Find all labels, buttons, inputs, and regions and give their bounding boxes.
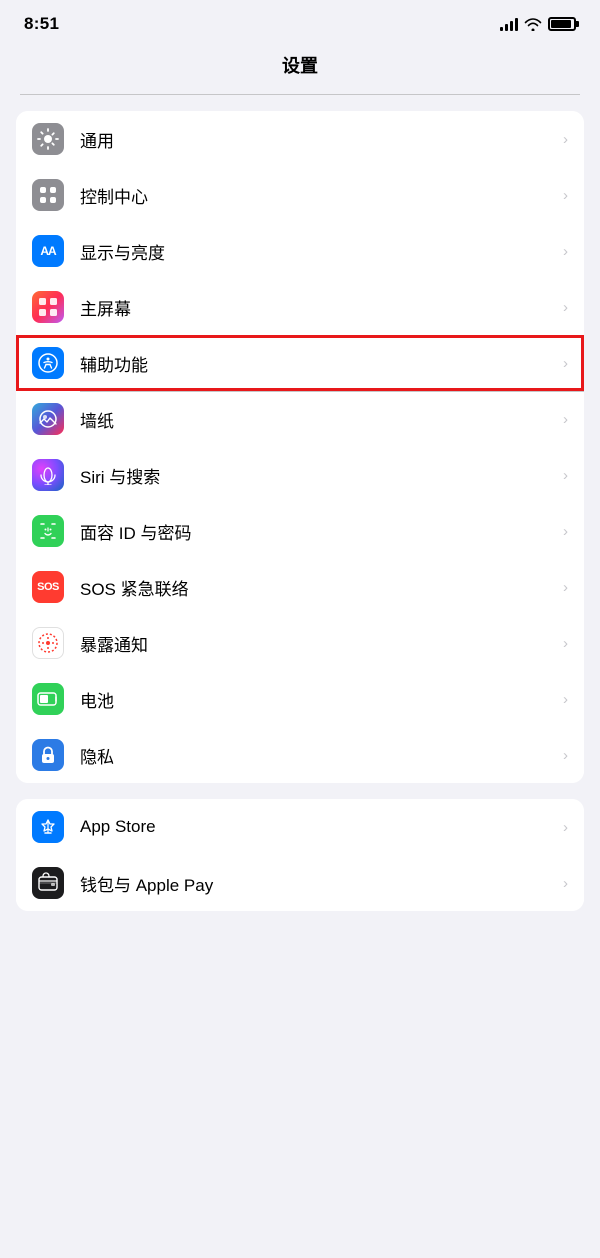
exposure-label: 暴露通知 xyxy=(80,631,563,656)
settings-item-accessibility[interactable]: 辅助功能 › xyxy=(16,335,584,391)
privacy-icon xyxy=(32,739,64,771)
home-screen-label: 主屏幕 xyxy=(80,295,563,320)
settings-item-siri[interactable]: Siri 与搜索 › xyxy=(16,447,584,503)
settings-item-control-center[interactable]: 控制中心 › xyxy=(16,167,584,223)
settings-item-display[interactable]: AA 显示与亮度 › xyxy=(16,223,584,279)
general-chevron: › xyxy=(563,131,568,148)
battery-chevron: › xyxy=(563,691,568,708)
general-label: 通用 xyxy=(80,127,563,152)
faceid-label: 面容 ID 与密码 xyxy=(80,519,563,544)
settings-item-sos[interactable]: SOS SOS 紧急联络 › xyxy=(16,559,584,615)
wifi-icon xyxy=(524,17,542,31)
section-divider-top xyxy=(20,94,580,95)
appstore-label: App Store xyxy=(80,817,563,837)
accessibility-chevron: › xyxy=(563,355,568,372)
control-center-chevron: › xyxy=(563,187,568,204)
settings-card-main: 通用 › 控制中心 › AA 显示与亮度 › xyxy=(16,111,584,783)
display-chevron: › xyxy=(563,243,568,260)
wallet-chevron: › xyxy=(563,875,568,892)
siri-chevron: › xyxy=(563,467,568,484)
siri-icon xyxy=(32,459,64,491)
wallpaper-chevron: › xyxy=(563,411,568,428)
wallpaper-icon xyxy=(32,403,64,435)
settings-item-general[interactable]: 通用 › xyxy=(16,111,584,167)
appstore-chevron: › xyxy=(563,819,568,836)
faceid-chevron: › xyxy=(563,523,568,540)
display-icon: AA xyxy=(32,235,64,267)
page-title: 设置 xyxy=(0,44,600,94)
settings-item-wallpaper[interactable]: 墙纸 › xyxy=(16,391,584,447)
control-center-label: 控制中心 xyxy=(80,183,563,208)
settings-item-wallet[interactable]: 钱包与 Apple Pay › xyxy=(16,855,584,911)
faceid-icon xyxy=(32,515,64,547)
exposure-icon xyxy=(32,627,64,659)
settings-item-faceid[interactable]: 面容 ID 与密码 › xyxy=(16,503,584,559)
appstore-icon xyxy=(32,811,64,843)
settings-item-appstore[interactable]: App Store › xyxy=(16,799,584,855)
settings-item-home-screen[interactable]: 主屏幕 › xyxy=(16,279,584,335)
signal-icon xyxy=(500,17,518,31)
battery-label: 电池 xyxy=(80,687,563,712)
settings-item-exposure[interactable]: 暴露通知 › xyxy=(16,615,584,671)
battery-icon xyxy=(32,683,64,715)
display-label: 显示与亮度 xyxy=(80,239,563,264)
status-bar: 8:51 xyxy=(0,0,600,44)
status-time: 8:51 xyxy=(24,14,59,34)
wallet-label: 钱包与 Apple Pay xyxy=(80,871,563,896)
accessibility-icon xyxy=(32,347,64,379)
accessibility-label: 辅助功能 xyxy=(80,351,563,376)
settings-item-battery[interactable]: 电池 › xyxy=(16,671,584,727)
sos-label: SOS 紧急联络 xyxy=(80,575,563,600)
exposure-chevron: › xyxy=(563,635,568,652)
privacy-label: 隐私 xyxy=(80,743,563,768)
control-center-icon xyxy=(32,179,64,211)
wallet-icon xyxy=(32,867,64,899)
status-icons xyxy=(500,17,576,31)
home-screen-chevron: › xyxy=(563,299,568,316)
settings-card-bottom: App Store › 钱包与 Apple Pay › xyxy=(16,799,584,911)
settings-item-privacy[interactable]: 隐私 › xyxy=(16,727,584,783)
home-screen-icon xyxy=(32,291,64,323)
general-icon xyxy=(32,123,64,155)
sos-chevron: › xyxy=(563,579,568,596)
siri-label: Siri 与搜索 xyxy=(80,463,563,488)
sos-icon: SOS xyxy=(32,571,64,603)
privacy-chevron: › xyxy=(563,747,568,764)
battery-status-icon xyxy=(548,17,576,31)
wallpaper-label: 墙纸 xyxy=(80,407,563,432)
